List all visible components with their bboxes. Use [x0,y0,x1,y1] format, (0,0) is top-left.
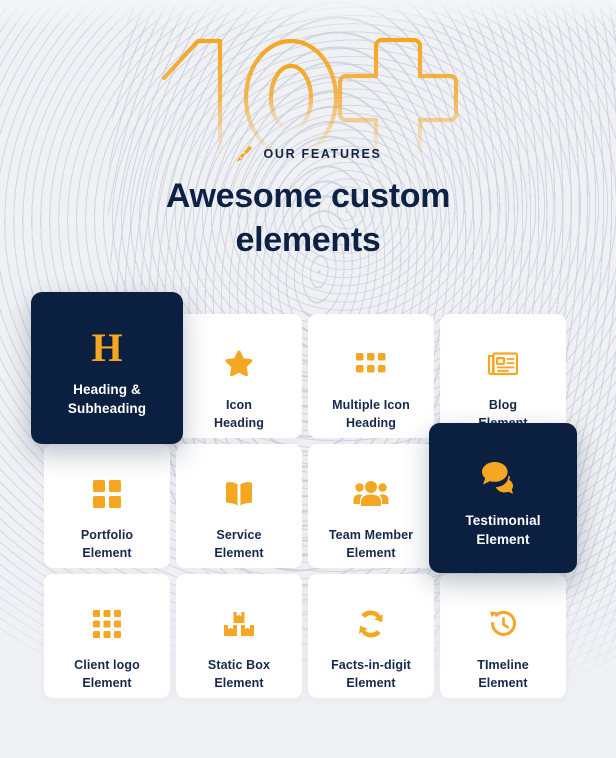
people-group-icon [353,474,389,514]
card-label-line-1: Static Box [207,658,271,672]
card-label-line-2: Element [478,676,528,690]
feature-card-team-member-element[interactable]: Team Member Element [308,444,434,568]
feature-card-multiple-icon-heading[interactable]: Multiple Icon Heading [308,314,434,438]
feature-card-static-box-element[interactable]: Static Box Element [176,574,302,698]
eyebrow-label: OUR FEATURES [263,147,382,161]
clock-rewind-icon [487,604,519,644]
section-eyebrow: OUR FEATURES [0,144,616,164]
card-label-line-2: Subheading [67,401,147,416]
card-label-line-1: Team Member [328,528,414,542]
card-label-line-2: Element [214,676,264,690]
feature-card-portfolio-element[interactable]: Portfolio Element [44,444,170,568]
card-label-line-1: Portfolio [80,528,134,542]
card-label-line-2: Element [214,546,264,560]
card-label-line-2: Element [476,532,530,547]
newspaper-icon [487,344,519,384]
features-section: OUR FEATURES Awesome custom elements H H… [0,0,616,758]
card-label-line-2: Element [346,676,396,690]
star-icon [222,344,256,384]
feature-card-service-element[interactable]: Service Element [176,444,302,568]
card-label-line-1: Multiple Icon [332,398,410,412]
feature-card-testimonial-element[interactable]: Testimonial Element [429,423,577,573]
card-label-line-2: Heading [213,416,264,430]
card-label-line-2: Element [346,546,396,560]
letter-h-icon: H [91,325,123,370]
open-book-icon [223,474,255,514]
hero-number-10-plus [0,26,616,156]
card-label-line-1: Client logo [74,658,140,672]
refresh-cycle-icon [356,604,386,644]
headline-line-1: Awesome custom [165,177,451,215]
card-label-line-2: Element [82,546,132,560]
card-label-line-1: Icon [225,398,253,412]
card-label-line-1: Heading & [73,382,141,397]
feature-card-timeline-element[interactable]: TImeline Element [440,574,566,698]
boxes-icon [223,604,255,644]
card-label-line-1: Blog [488,398,518,412]
grid-nine-squares-icon [93,604,121,644]
card-label-line-1: Facts-in-digit [331,658,411,672]
card-label-line-2: Heading [345,416,396,430]
grid-six-dots-icon [356,344,386,384]
page-title: Awesome custom elements [0,174,616,262]
grid-four-squares-icon [93,474,121,514]
headline-line-2: elements [235,221,381,259]
feature-card-client-logo-element[interactable]: Client logo Element [44,574,170,698]
feature-card-icon-heading[interactable]: Icon Heading [176,314,302,438]
feature-card-facts-in-digit-element[interactable]: Facts-in-digit Element [308,574,434,698]
feature-card-heading-subheading[interactable]: H Heading & Subheading [31,292,183,444]
card-label-line-2: Element [82,676,132,690]
card-label-line-1: Testimonial [465,513,541,528]
paintbrush-icon [234,144,254,164]
card-label-line-1: Service [216,528,262,542]
feature-card-blog-element[interactable]: Blog Element [440,314,566,438]
card-label-line-1: TImeline [477,658,529,672]
feature-card-grid: H Heading & Subheading Icon Heading Mult… [31,292,577,708]
speech-bubbles-icon [482,459,524,499]
